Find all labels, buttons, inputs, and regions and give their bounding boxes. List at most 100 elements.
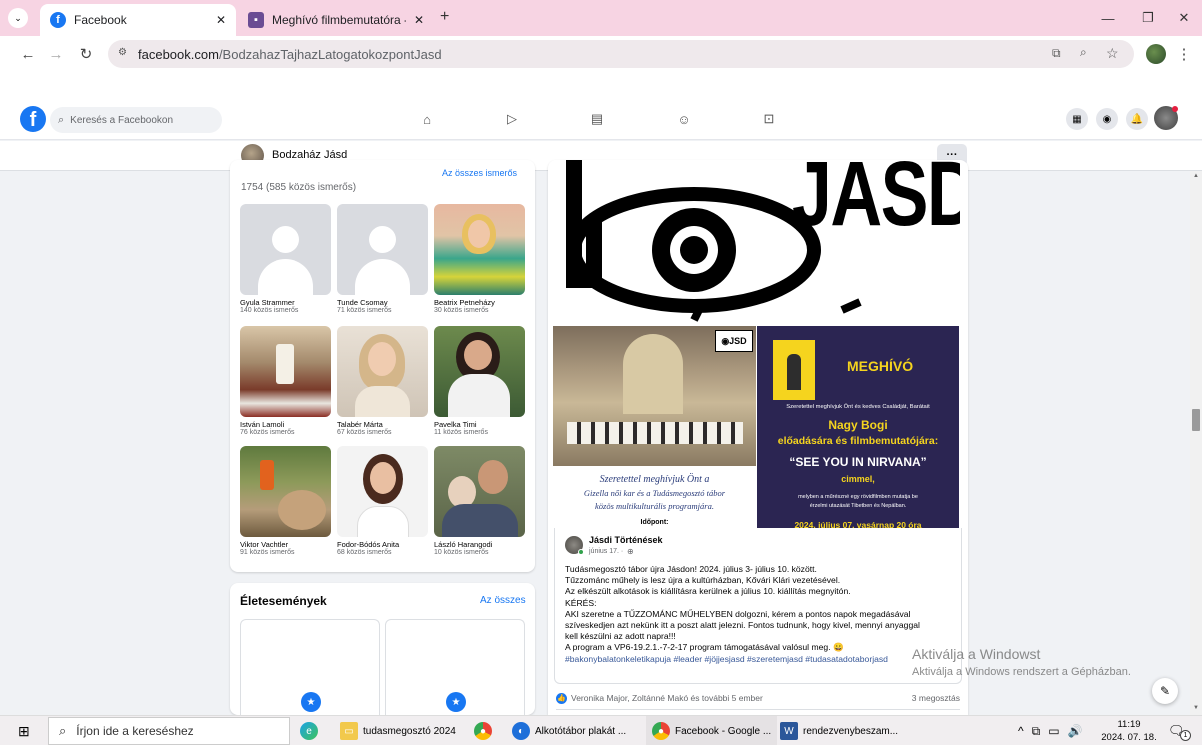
friend-name[interactable]: László Harangodi (434, 540, 525, 549)
zoom-icon[interactable]: ⌕ (1080, 45, 1087, 60)
facebook-search-input[interactable]: ⌕ Keresés a Facebookon (50, 107, 222, 133)
life-events-see-all[interactable]: Az összes (480, 595, 526, 606)
friend-mutual: 71 közös ismerős (337, 307, 392, 314)
friend-name[interactable]: Gyula Strammer (240, 298, 331, 307)
choir-image[interactable]: ◉JSD Szeretettel meghívjuk Önt a Gizella… (553, 326, 756, 528)
post-author[interactable]: Jásdi Történések (589, 535, 663, 545)
post-line: A program a VP6-19.2.1.-7-2-17 program t… (565, 642, 844, 653)
install-app-icon[interactable]: ⧉ (1052, 46, 1061, 61)
post-line: AKI szeretne a TŰZZOMÁNC MŰHELYBEN dolgo… (565, 608, 911, 619)
taskbar-app-label: Facebook - Google ... (675, 725, 772, 737)
friend-photo (240, 446, 331, 537)
friend-name[interactable]: Beatrix Petneházy (434, 298, 525, 307)
home-icon[interactable]: ⌂ (418, 110, 436, 128)
tray-chevron-icon[interactable]: ^ (1018, 724, 1024, 738)
messenger-icon[interactable]: ◉ (1096, 108, 1118, 130)
friend-name[interactable]: Talabér Márta (337, 420, 428, 429)
friends-card: 1754 (585 közös ismerős) Az összes ismer… (230, 160, 535, 572)
friend-name[interactable]: Viktor Vachtler (240, 540, 331, 549)
network-icon[interactable]: ▭ (1048, 724, 1059, 738)
clock[interactable]: 11:19 2024. 07. 18. (1100, 718, 1158, 744)
url-path: /BodzahazTajhazLatogatokozpontJasd (218, 46, 442, 62)
site-info-icon[interactable]: ⚙ (118, 47, 127, 58)
tab-meghivo[interactable]: ▪ Meghívó filmbemutatóra - Jásd ✕ (238, 4, 434, 36)
notification-count: 1 (1180, 730, 1191, 741)
friend-tile[interactable]: Pavelka Timi 11 közös ismerős (434, 326, 525, 436)
friend-name[interactable]: István Lamoli (240, 420, 331, 429)
tray-app-icon[interactable]: ⧉ (1032, 724, 1041, 739)
groups-icon[interactable]: ☺ (675, 110, 693, 128)
facebook-logo-icon[interactable]: f (20, 106, 46, 132)
scroll-up-arrow[interactable]: ▲ (1193, 173, 1199, 179)
friend-tile[interactable]: István Lamoli 76 közös ismerős (240, 326, 331, 436)
new-tab-button[interactable]: + (440, 8, 449, 26)
browser-menu-icon[interactable]: ⋮ (1172, 42, 1196, 66)
menu-grid-icon[interactable]: ▦ (1066, 108, 1088, 130)
tab-close-icon[interactable]: ✕ (216, 13, 226, 27)
post-logo-image[interactable]: JASD (554, 160, 960, 326)
friend-tile[interactable]: Beatrix Petneházy 30 közös ismerős (434, 204, 525, 314)
video-icon[interactable]: ▷ (503, 110, 521, 128)
new-message-button[interactable]: ✎ (1152, 678, 1178, 704)
taskbar-app-folder[interactable]: ▭ tudasmegosztó 2024 (340, 716, 456, 745)
bookmark-star-icon[interactable]: ☆ (1106, 45, 1119, 62)
tab-facebook[interactable]: f Facebook ✕ (40, 4, 236, 36)
friend-tile[interactable]: Fodor-Bódós Anita 68 közös ismerős (337, 446, 428, 556)
taskbar-search[interactable]: ⌕ Írjon ide a kereséshez (48, 717, 290, 745)
post-date[interactable]: június 17. · (589, 548, 623, 555)
volume-icon[interactable]: 🔊 (1068, 724, 1083, 738)
post-hashtags[interactable]: #bakonybalatonkeletikapuja #leader #jöjj… (565, 654, 961, 665)
browser-toolbar: ← → ↻ ⚙ facebook.com/BodzahazTajhazLatog… (0, 36, 1202, 72)
notifications-bell-icon[interactable]: 🔔 (1126, 108, 1148, 130)
life-event-tile[interactable]: ★ (240, 619, 380, 715)
marketplace-icon[interactable]: ▤ (588, 110, 606, 128)
profile-avatar-icon[interactable] (1146, 44, 1166, 64)
post-line: Tűzzománc műhely is lesz újra a kultúrhá… (565, 575, 841, 586)
friend-mutual: 67 közös ismerős (337, 429, 392, 436)
friend-tile[interactable]: László Harangodi 10 közös ismerős (434, 446, 525, 556)
friend-name[interactable]: Pavelka Timi (434, 420, 525, 429)
tab-close-icon[interactable]: ✕ (414, 13, 424, 27)
reload-icon[interactable]: ↻ (74, 42, 98, 66)
friend-tile[interactable]: Tunde Csomay 71 közös ismerős (337, 204, 428, 314)
edge-icon[interactable]: e (300, 716, 318, 745)
friend-photo (337, 446, 428, 537)
friend-mutual: 140 közös ismerős (240, 307, 299, 314)
system-tray[interactable]: ^ ⧉ ▭ 🔊 (1018, 716, 1083, 745)
close-window-icon[interactable]: ✕ (1172, 6, 1196, 30)
life-event-tile[interactable]: ★ (385, 619, 525, 715)
tab-search-button[interactable]: ⌄ (8, 8, 28, 28)
shares-count[interactable]: 3 megosztás (912, 693, 960, 703)
taskbar-app-label: tudasmegosztó 2024 (363, 725, 456, 737)
url-host: facebook.com (138, 46, 219, 62)
chrome-icon[interactable]: ● (474, 716, 492, 745)
friend-tile[interactable]: Gyula Strammer 140 közös ismerős (240, 204, 331, 314)
friend-tile[interactable]: Viktor Vachtler 91 közös ismerős (240, 446, 331, 556)
friend-name[interactable]: Tunde Csomay (337, 298, 428, 307)
invitation-image[interactable]: MEGHÍVÓ Szeretettel meghívjuk Önt és ked… (757, 326, 959, 528)
taskbar-app-word[interactable]: W rendezvenybeszam... (780, 716, 898, 745)
address-bar[interactable]: ⚙ facebook.com/BodzahazTajhazLatogatokoz… (108, 40, 1134, 68)
friend-photo (434, 446, 525, 537)
life-event-star-icon: ★ (301, 692, 321, 712)
reactions-row[interactable]: 👍 Veronika Major, Zoltánné Makó és továb… (556, 690, 960, 706)
invite-cimmel: cimmel, (841, 474, 875, 484)
page-scrollbar[interactable]: ▲ ▼ (1190, 171, 1202, 715)
friend-name[interactable]: Fodor-Bódós Anita (337, 540, 428, 549)
forward-arrow-icon[interactable]: → (44, 42, 68, 66)
post-line: Tudásmegosztó tábor újra Jásdon! 2024. j… (565, 564, 817, 574)
friend-tile[interactable]: Talabér Márta 67 közös ismerős (337, 326, 428, 436)
minimize-icon[interactable]: — (1096, 6, 1120, 30)
scroll-down-arrow[interactable]: ▼ (1193, 705, 1199, 711)
scroll-thumb[interactable] (1192, 409, 1200, 431)
back-arrow-icon[interactable]: ← (16, 42, 40, 66)
taskbar-app-facebook[interactable]: ● Facebook - Google ... (646, 716, 778, 745)
gaming-icon[interactable]: ⊡ (760, 110, 778, 128)
start-button[interactable]: ⊞ (18, 716, 30, 745)
see-all-friends-link[interactable]: Az összes ismerős (442, 168, 517, 178)
friend-photo (434, 204, 525, 295)
life-event-star-icon: ★ (446, 692, 466, 712)
taskbar-app-alkototabor[interactable]: ◐ Alkotótábor plakát ... (512, 716, 626, 745)
restore-icon[interactable]: ❐ (1136, 6, 1160, 30)
default-avatar-icon (240, 204, 331, 295)
